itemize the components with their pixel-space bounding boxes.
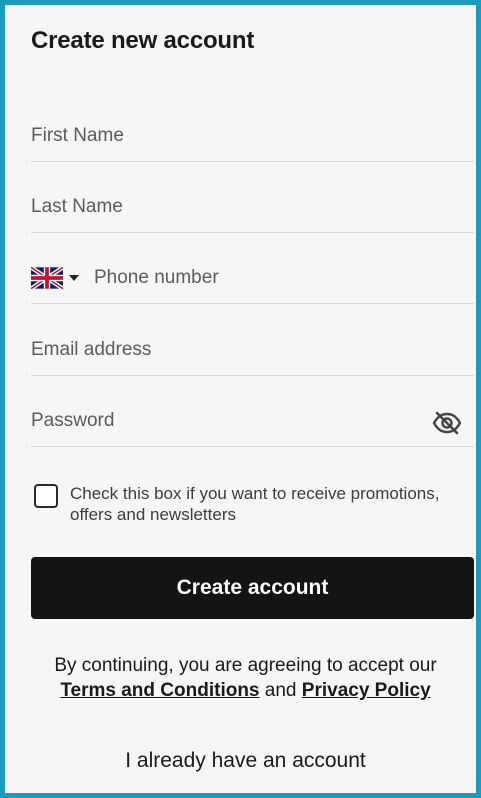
email-input[interactable] — [31, 339, 421, 361]
promotions-checkbox-label[interactable]: Check this box if you want to receive pr… — [70, 483, 474, 525]
password-input[interactable] — [31, 410, 421, 432]
eye-off-icon[interactable] — [432, 410, 462, 436]
legal-notice: By continuing, you are agreeing to accep… — [15, 653, 476, 703]
terms-link[interactable]: Terms and Conditions — [60, 680, 259, 701]
privacy-link[interactable]: Privacy Policy — [302, 680, 431, 701]
page-title: Create new account — [31, 27, 255, 54]
first-name-input[interactable] — [31, 125, 421, 147]
phone-input[interactable] — [94, 267, 481, 289]
create-account-button[interactable]: Create account — [31, 557, 474, 619]
promotions-checkbox[interactable] — [34, 484, 58, 508]
legal-conjunction: and — [264, 680, 297, 701]
country-code-dropdown[interactable] — [31, 267, 83, 289]
login-link[interactable]: I already have an account — [15, 749, 476, 773]
legal-prefix: By continuing, you are agreeing to accep… — [54, 655, 437, 676]
signup-panel: Create new account First Name Last Name … — [0, 0, 481, 798]
promotions-option: Check this box if you want to receive pr… — [34, 483, 474, 525]
last-name-input[interactable] — [31, 196, 421, 218]
first-name-row — [31, 105, 474, 162]
phone-row — [31, 247, 481, 304]
chevron-down-icon — [69, 275, 79, 281]
uk-flag-icon — [31, 267, 63, 289]
last-name-row — [31, 176, 474, 233]
email-row — [31, 319, 474, 376]
password-row — [31, 390, 474, 447]
